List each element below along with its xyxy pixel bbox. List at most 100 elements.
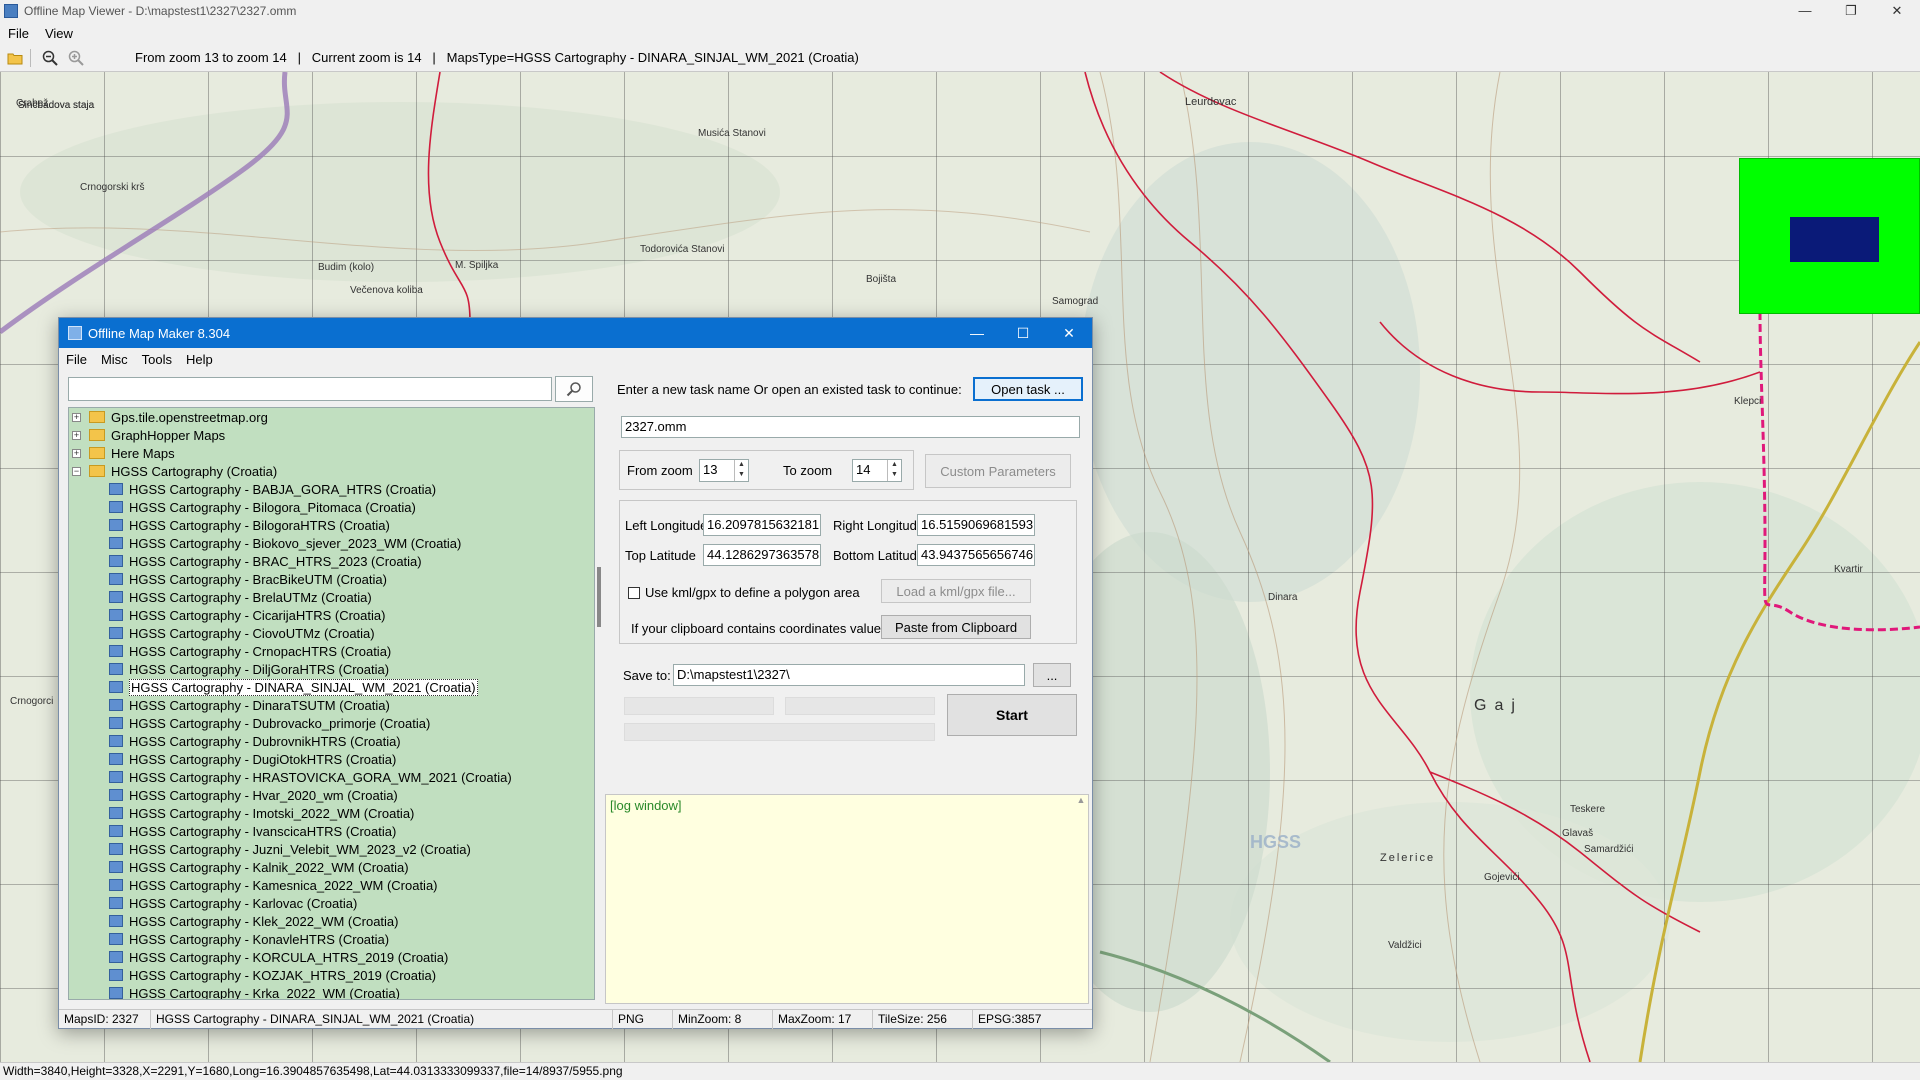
tree-map-item[interactable]: HGSS Cartography - BracBikeUTM (Croatia) <box>69 570 594 588</box>
open-task-button[interactable]: Open task ... <box>973 377 1083 401</box>
tree-map-item-label[interactable]: HGSS Cartography - Kalnik_2022_WM (Croat… <box>129 860 409 875</box>
tree-map-item[interactable]: HGSS Cartography - CrnopacHTRS (Croatia) <box>69 642 594 660</box>
tree-map-item[interactable]: HGSS Cartography - Bilogora_Pitomaca (Cr… <box>69 498 594 516</box>
tree-group-label[interactable]: GraphHopper Maps <box>111 428 225 443</box>
start-button[interactable]: Start <box>947 694 1077 736</box>
tree-map-item[interactable]: HGSS Cartography - KORCULA_HTRS_2019 (Cr… <box>69 948 594 966</box>
close-icon[interactable]: ✕ <box>1046 318 1092 348</box>
tree-group-label[interactable]: HGSS Cartography (Croatia) <box>111 464 277 479</box>
tree-group-label[interactable]: Here Maps <box>111 446 175 461</box>
menu-view[interactable]: View <box>37 26 81 41</box>
search-icon[interactable] <box>555 376 593 402</box>
tree-map-item[interactable]: HGSS Cartography - BrelaUTMz (Croatia) <box>69 588 594 606</box>
from-zoom-stepper[interactable]: 13 ▲ ▼ <box>699 459 749 482</box>
collapse-icon[interactable]: − <box>72 466 81 476</box>
expand-icon[interactable]: + <box>72 412 81 422</box>
map-search-input[interactable] <box>68 377 552 401</box>
tree-map-item-label[interactable]: HGSS Cartography - Karlovac (Croatia) <box>129 896 357 911</box>
load-kml-button[interactable]: Load a kml/gpx file... <box>881 579 1031 603</box>
tree-map-item-label[interactable]: HGSS Cartography - HRASTOVICKA_GORA_WM_2… <box>129 770 512 785</box>
paste-from-clipboard-button[interactable]: Paste from Clipboard <box>881 615 1031 639</box>
tree-scrollbar[interactable] <box>595 407 605 1000</box>
bottom-latitude-input[interactable]: 43.9437565656746 <box>917 544 1035 566</box>
minimap-viewport[interactable] <box>1790 217 1879 262</box>
stepper-arrows-icon[interactable]: ▲ ▼ <box>734 460 748 481</box>
tree-map-item-label[interactable]: HGSS Cartography - Bilogora_Pitomaca (Cr… <box>129 500 416 515</box>
tree-map-item-label[interactable]: HGSS Cartography - CrnopacHTRS (Croatia) <box>129 644 391 659</box>
tree-map-item[interactable]: HGSS Cartography - BABJA_GORA_HTRS (Croa… <box>69 480 594 498</box>
stepper-arrows-icon[interactable]: ▲ ▼ <box>887 460 901 481</box>
tree-map-item-label[interactable]: HGSS Cartography - DiljGoraHTRS (Croatia… <box>129 662 389 677</box>
tree-map-item[interactable]: HGSS Cartography - DiljGoraHTRS (Croatia… <box>69 660 594 678</box>
expand-icon[interactable]: + <box>72 430 81 440</box>
restore-icon[interactable]: ❐ <box>1828 0 1874 22</box>
tree-map-item-label[interactable]: HGSS Cartography - CicarijaHTRS (Croatia… <box>129 608 385 623</box>
tree-map-item-label[interactable]: HGSS Cartography - KORCULA_HTRS_2019 (Cr… <box>129 950 448 965</box>
scrollbar-thumb[interactable] <box>597 567 601 627</box>
kml-polygon-checkbox[interactable] <box>628 587 640 599</box>
minimize-icon[interactable]: — <box>954 318 1000 348</box>
tree-group-row[interactable]: + Gps.tile.openstreetmap.org <box>69 408 594 426</box>
save-to-input[interactable]: D:\mapstest1\2327\ <box>673 664 1025 686</box>
tree-map-item[interactable]: HGSS Cartography - IvanscicaHTRS (Croati… <box>69 822 594 840</box>
map-source-tree[interactable]: + Gps.tile.openstreetmap.org + GraphHopper… <box>68 407 595 1000</box>
log-window[interactable]: [log window] ▲ <box>605 794 1089 1004</box>
tree-map-item-label[interactable]: HGSS Cartography - Juzni_Velebit_WM_2023… <box>129 842 471 857</box>
task-name-input[interactable]: 2327.omm <box>621 416 1080 438</box>
tree-map-item-label[interactable]: HGSS Cartography - DinaraTSUTM (Croatia) <box>129 698 390 713</box>
top-latitude-input[interactable]: 44.1286297363578 <box>703 544 821 566</box>
expand-icon[interactable]: + <box>72 448 81 458</box>
tree-map-item-label[interactable]: HGSS Cartography - DugiOtokHTRS (Croatia… <box>129 752 396 767</box>
zoom-in-icon[interactable] <box>65 47 87 69</box>
tree-map-item[interactable]: HGSS Cartography - Karlovac (Croatia) <box>69 894 594 912</box>
tree-map-item-label[interactable]: HGSS Cartography - Hvar_2020_wm (Croatia… <box>129 788 398 803</box>
tree-map-item-label[interactable]: HGSS Cartography - Imotski_2022_WM (Croa… <box>129 806 414 821</box>
tree-map-item-label[interactable]: HGSS Cartography - BRAC_HTRS_2023 (Croat… <box>129 554 422 569</box>
minimize-icon[interactable]: — <box>1782 0 1828 22</box>
folder-open-icon[interactable] <box>4 47 26 69</box>
tree-map-item[interactable]: HGSS Cartography - DugiOtokHTRS (Croatia… <box>69 750 594 768</box>
to-zoom-stepper[interactable]: 14 ▲ ▼ <box>852 459 902 482</box>
tree-map-item[interactable]: HGSS Cartography - Imotski_2022_WM (Croa… <box>69 804 594 822</box>
tree-map-item-label[interactable]: HGSS Cartography - IvanscicaHTRS (Croati… <box>129 824 396 839</box>
tree-group-label[interactable]: Gps.tile.openstreetmap.org <box>111 410 268 425</box>
menu-misc[interactable]: Misc <box>94 352 135 367</box>
tree-map-item[interactable]: HGSS Cartography - CicarijaHTRS (Croatia… <box>69 606 594 624</box>
tree-map-item-label[interactable]: HGSS Cartography - BrelaUTMz (Croatia) <box>129 590 372 605</box>
tree-map-item[interactable]: HGSS Cartography - BRAC_HTRS_2023 (Croat… <box>69 552 594 570</box>
tree-map-item-label[interactable]: HGSS Cartography - BABJA_GORA_HTRS (Croa… <box>129 482 436 497</box>
minimap[interactable] <box>1739 158 1920 314</box>
left-longitude-input[interactable]: 16.2097815632181 <box>703 514 821 536</box>
tree-map-item[interactable]: HGSS Cartography - Hvar_2020_wm (Croatia… <box>69 786 594 804</box>
tree-map-item[interactable]: HGSS Cartography - DinaraTSUTM (Croatia) <box>69 696 594 714</box>
tree-map-item-label[interactable]: HGSS Cartography - Biokovo_sjever_2023_W… <box>129 536 461 551</box>
tree-map-item[interactable]: HGSS Cartography - Krka_2022_WM (Croatia… <box>69 984 594 1000</box>
tree-map-item-label[interactable]: HGSS Cartography - KOZJAK_HTRS_2019 (Cro… <box>129 968 436 983</box>
menu-help[interactable]: Help <box>179 352 220 367</box>
tree-map-item-label[interactable]: HGSS Cartography - KonavleHTRS (Croatia) <box>129 932 389 947</box>
tree-map-item[interactable]: HGSS Cartography - DINARA_SINJAL_WM_2021… <box>69 678 594 696</box>
tree-map-item-label[interactable]: HGSS Cartography - Kamesnica_2022_WM (Cr… <box>129 878 438 893</box>
tree-group-row[interactable]: + Here Maps <box>69 444 594 462</box>
tree-map-item[interactable]: HGSS Cartography - Kalnik_2022_WM (Croat… <box>69 858 594 876</box>
tree-map-item[interactable]: HGSS Cartography - Dubrovacko_primorje (… <box>69 714 594 732</box>
tree-map-item-label[interactable]: HGSS Cartography - CiovoUTMz (Croatia) <box>129 626 375 641</box>
log-scrollbar[interactable]: ▲ <box>1074 795 1088 1003</box>
tree-map-item[interactable]: HGSS Cartography - KonavleHTRS (Croatia) <box>69 930 594 948</box>
tree-map-item-label[interactable]: HGSS Cartography - Klek_2022_WM (Croatia… <box>129 914 399 929</box>
tree-map-item-label[interactable]: HGSS Cartography - BracBikeUTM (Croatia) <box>129 572 387 587</box>
menu-file[interactable]: File <box>0 26 37 41</box>
tree-map-item[interactable]: HGSS Cartography - KOZJAK_HTRS_2019 (Cro… <box>69 966 594 984</box>
tree-map-item[interactable]: HGSS Cartography - HRASTOVICKA_GORA_WM_2… <box>69 768 594 786</box>
right-longitude-input[interactable]: 16.5159069681593 <box>917 514 1035 536</box>
custom-parameters-button[interactable]: Custom Parameters <box>925 454 1071 488</box>
tree-group-row[interactable]: − HGSS Cartography (Croatia) <box>69 462 594 480</box>
tree-map-item-label[interactable]: HGSS Cartography - BilogoraHTRS (Croatia… <box>129 518 390 533</box>
tree-map-item-label[interactable]: HGSS Cartography - Krka_2022_WM (Croatia… <box>129 986 400 1000</box>
tree-map-item[interactable]: HGSS Cartography - Biokovo_sjever_2023_W… <box>69 534 594 552</box>
tree-map-item[interactable]: HGSS Cartography - Klek_2022_WM (Croatia… <box>69 912 594 930</box>
tree-map-item-label[interactable]: HGSS Cartography - DINARA_SINJAL_WM_2021… <box>129 678 478 696</box>
menu-tools[interactable]: Tools <box>135 352 179 367</box>
menu-file[interactable]: File <box>59 352 94 367</box>
maximize-icon[interactable]: ☐ <box>1000 318 1046 348</box>
